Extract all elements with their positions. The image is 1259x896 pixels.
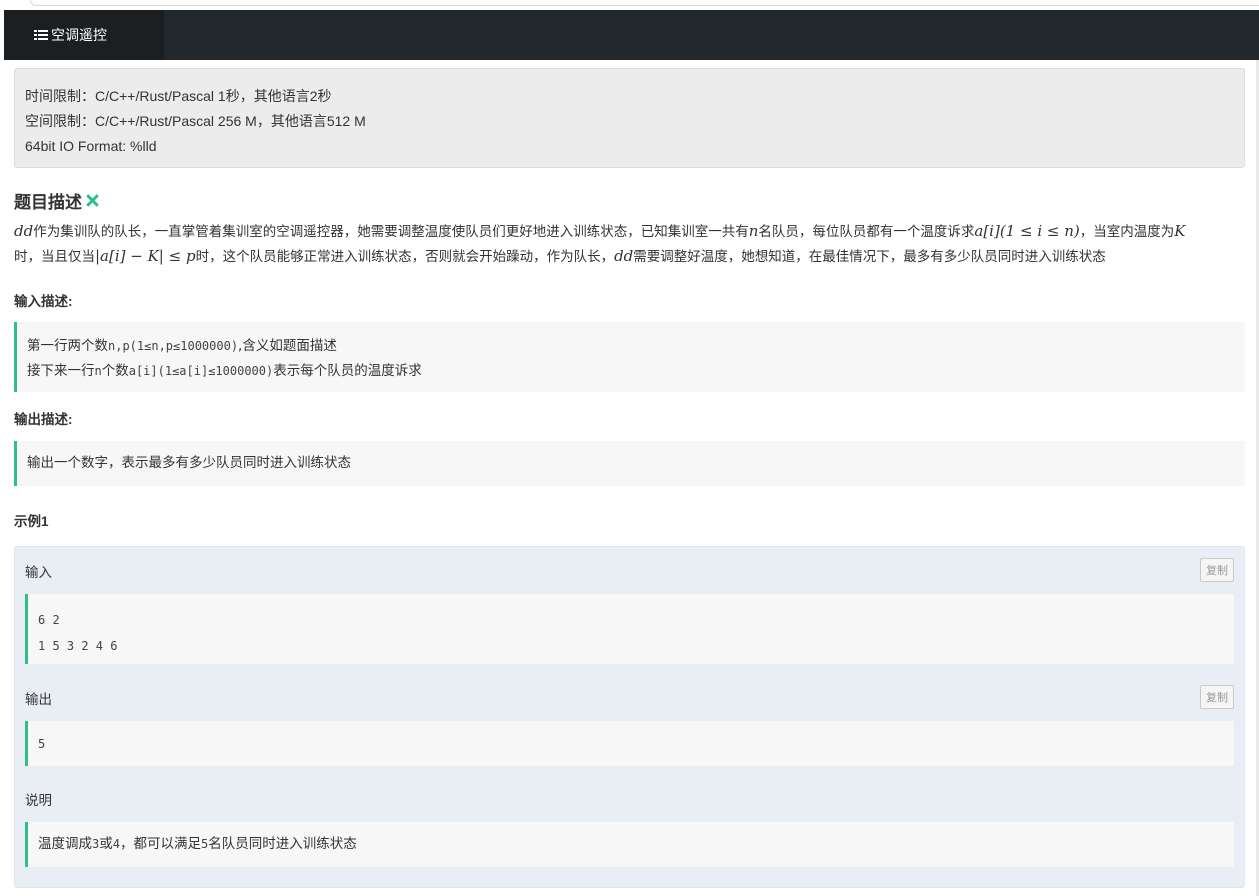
input-line-1-text: 第一行两个数	[27, 338, 108, 354]
output-title: 输出描述:	[14, 412, 73, 427]
input-line-2-suffix: 表示每个队员的温度诉求	[273, 363, 422, 379]
math-dd-2: dd	[614, 247, 634, 265]
page-top-strip	[0, 0, 1259, 10]
example-title: 示例1	[14, 514, 49, 529]
desc-text-5: 时，这个队员能够正常进入训练状态，否则就会开始躁动，作为队长，	[195, 249, 615, 264]
example-output-line: 5	[38, 737, 46, 751]
example-input-code[interactable]: 6 2 1 5 3 2 4 6	[25, 594, 1234, 664]
limits-panel: 时间限制：C/C++/Rust/Pascal 1秒，其他语言2秒 空间限制：C/…	[14, 68, 1245, 168]
input-line-2-text: 接下来一行	[27, 363, 95, 379]
tab-problem[interactable]: 空调遥控	[4, 10, 164, 60]
problem-description: dd作为集训队的队长，一直掌管着集训室的空调遥控器，她需要调整温度使队员们更好地…	[14, 219, 1245, 269]
problem-title-text: 题目描述	[14, 193, 82, 212]
space-limit: 空间限制：C/C++/Rust/Pascal 256 M，其他语言512 M	[25, 113, 366, 129]
list-icon	[34, 29, 48, 41]
desc-text-4: 时，当且仅当	[14, 249, 95, 264]
desc-text-6: 需要调整好温度，她想知道，在最佳情况下，最多有多少队员同时进入训练状态	[633, 249, 1106, 264]
input-title: 输入描述:	[14, 294, 73, 309]
browser-frame-edge	[30, 0, 1259, 6]
note-text-a: 温度调成	[38, 836, 92, 852]
input-line-1: 第一行两个数n,p(1≤n,p≤1000000),含义如题面描述	[27, 334, 1235, 359]
tab-bar: 空调遥控	[4, 10, 1259, 60]
math-dd: dd	[14, 222, 34, 240]
tab-label: 空调遥控	[51, 28, 107, 44]
note-text-g: 名队员同时进入训练状态	[208, 836, 357, 852]
copy-output-button[interactable]: 复制	[1200, 685, 1234, 709]
math-ai: a[i](1 ≤ i ≤ n)	[974, 222, 1080, 240]
input-line-2-mid: 个数	[101, 363, 129, 379]
desc-text-1: 作为集训队的队长，一直掌管着集训室的空调遥控器，她需要调整温度使队员们更好地进入…	[33, 224, 749, 239]
problem-title: 题目描述	[14, 188, 99, 213]
math-k: K	[1174, 222, 1186, 240]
time-limit: 时间限制：C/C++/Rust/Pascal 1秒，其他语言2秒	[25, 88, 332, 104]
output-description: 输出一个数字，表示最多有多少队员同时进入训练状态	[14, 441, 1245, 486]
example-output-code[interactable]: 5	[25, 721, 1234, 766]
example-note: 温度调成3或4，都可以满足5名队员同时进入训练状态	[25, 822, 1234, 867]
desc-text-2: 名队员，每位队员都有一个温度诉求	[758, 224, 975, 239]
output-text: 输出一个数字，表示最多有多少队员同时进入训练状态	[27, 455, 351, 471]
input-description: 第一行两个数n,p(1≤n,p≤1000000),含义如题面描述 接下来一行n个…	[14, 322, 1245, 392]
example-box: 输入 复制 6 2 1 5 3 2 4 6 输出 复制 5 说明 温度调成3或4…	[14, 546, 1245, 888]
example-output-label: 输出	[25, 692, 52, 707]
input-line-1-code: n,p(1≤n,p≤1000000)	[108, 339, 239, 353]
input-line-2-code: a[i](1≤a[i]≤1000000)	[128, 364, 274, 378]
note-num-4: 4	[112, 837, 120, 851]
note-text-c: 或	[99, 836, 113, 852]
example-input-line-2: 1 5 3 2 4 6	[38, 639, 118, 653]
math-n: n	[748, 222, 759, 240]
copy-input-button[interactable]: 复制	[1200, 558, 1234, 582]
example-note-label: 说明	[25, 793, 52, 808]
input-line-2-code-n: n	[94, 364, 102, 378]
example-input-line-1: 6 2	[38, 613, 60, 627]
desc-text-3: ，当室内温度为	[1079, 224, 1175, 239]
note-text-e: ，都可以满足	[119, 836, 201, 852]
input-line-2: 接下来一行n个数a[i](1≤a[i]≤1000000)表示每个队员的温度诉求	[27, 359, 1235, 384]
math-abs: |a[i] − K| ≤ p	[95, 247, 196, 265]
example-input-label: 输入	[25, 565, 52, 580]
expand-icon[interactable]	[86, 194, 99, 207]
input-line-1-suffix: ,含义如题面描述	[238, 338, 337, 354]
io-format: 64bit IO Format: %lld	[25, 138, 157, 154]
